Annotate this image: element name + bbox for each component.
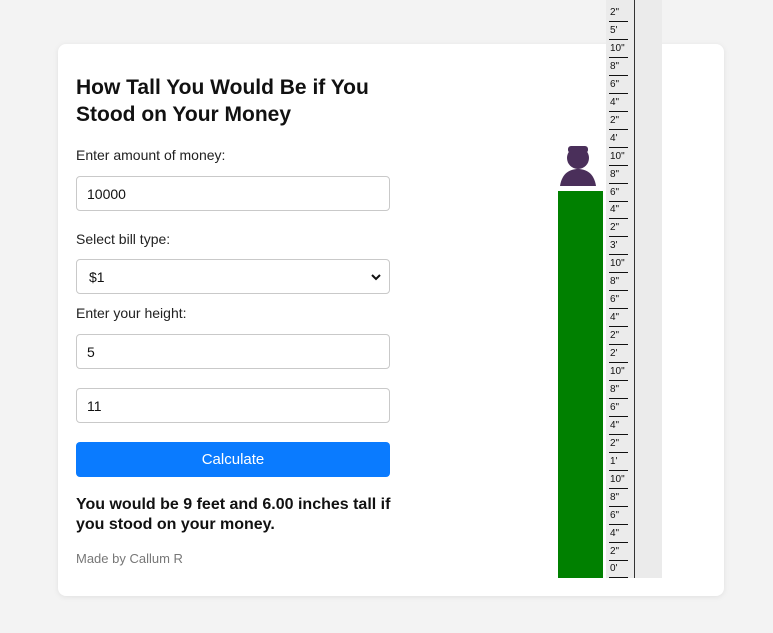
ruler-tick-label: 2" [609, 328, 628, 346]
ruler-tick-label: 8" [609, 490, 628, 507]
ruler-tick-label: 2' [609, 346, 628, 364]
ruler-tick-label: 10" [609, 472, 628, 489]
ruler-tick-label: 10" [609, 364, 628, 381]
height-feet-input[interactable] [76, 334, 390, 369]
ruler-tick-label: 4" [609, 418, 628, 435]
ruler-tick-label: 10" [609, 41, 628, 58]
ruler-tick-label: 1' [609, 454, 628, 471]
ruler-tick-label: 2" [609, 220, 628, 238]
ruler-tick-label: 5' [609, 23, 628, 40]
ruler-tick-label: 6" [609, 185, 628, 202]
ruler-tick-label: 8" [609, 59, 628, 76]
ruler-tick-label: 6" [609, 400, 628, 417]
ruler-tick-label: 6" [609, 77, 628, 94]
chevron-down-icon [371, 274, 381, 281]
ruler-tick-label: 2" [609, 544, 628, 561]
calculate-button[interactable]: Calculate [76, 442, 390, 477]
ruler-tick-label: 2" [609, 113, 628, 130]
credit-text: Made by Callum R [76, 551, 183, 566]
ruler-tick-label: 2" [609, 436, 628, 453]
page-title: How Tall You Would Be if You Stood on Yo… [76, 76, 369, 126]
ruler-tick-label: 2" [609, 5, 628, 22]
bill-type-label: Select bill type: [76, 231, 171, 247]
ruler-tick-label: 4" [609, 310, 628, 328]
ruler-tick-label: 8" [609, 382, 628, 399]
bill-type-select[interactable]: $1 [76, 259, 390, 294]
money-label: Enter amount of money: [76, 147, 226, 163]
ruler-tick-label: 4' [609, 131, 628, 148]
person-icon [560, 146, 596, 186]
ruler-tick-label: 4" [609, 95, 628, 112]
ruler-tick-label: 8" [609, 274, 628, 292]
ruler-tick-label: 4" [609, 526, 628, 543]
ruler-tick-label: 8" [609, 167, 628, 184]
ruler-tick-label: 10" [609, 256, 628, 274]
bill-type-value: $1 [89, 269, 105, 285]
money-stack [558, 191, 603, 578]
money-input[interactable] [76, 176, 390, 211]
ruler-tick-label: 6" [609, 292, 628, 310]
ruler-tick-label: 3' [609, 238, 628, 256]
result-text: You would be 9 feet and 6.00 inches tall… [76, 496, 391, 533]
ruler-tick-label: 10" [609, 149, 628, 166]
ruler-tick-label: 4" [609, 202, 628, 220]
ruler-line [634, 0, 635, 578]
height-inches-input[interactable] [76, 388, 390, 423]
height-label: Enter your height: [76, 305, 187, 321]
ruler-tick-label: 0' [609, 561, 628, 579]
ruler-tick-label: 6" [609, 508, 628, 525]
